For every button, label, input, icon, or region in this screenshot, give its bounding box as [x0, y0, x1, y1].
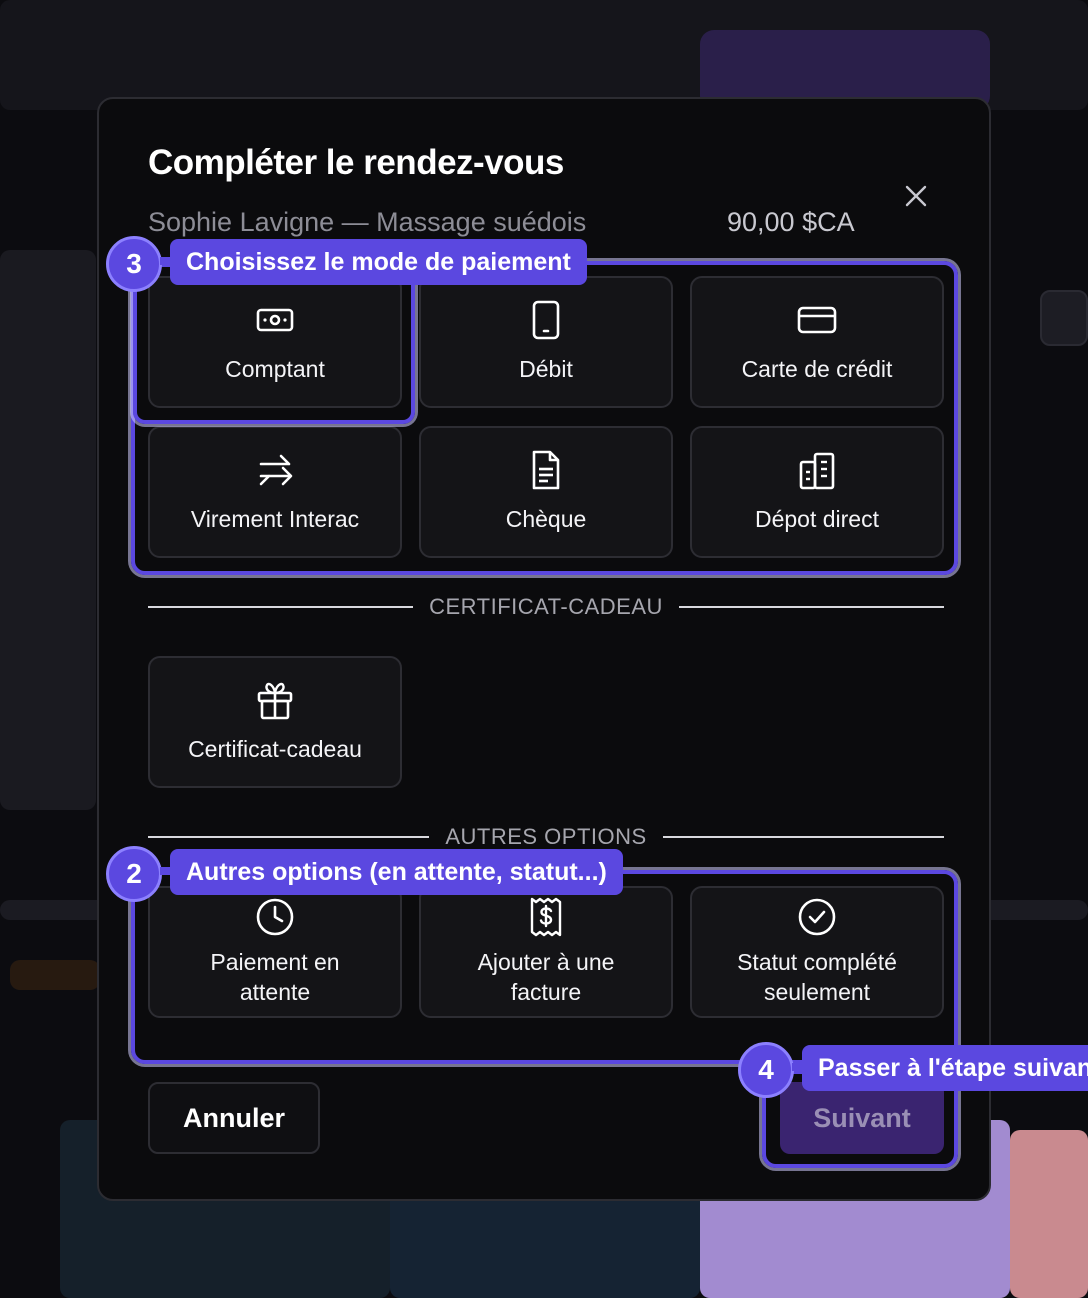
- step-2-callout: Autres options (en attente, statut...): [170, 849, 623, 895]
- step-4-callout: Passer à l'étape suivante: [802, 1045, 1088, 1091]
- gift-section-divider: CERTIFICAT-CADEAU: [148, 592, 945, 622]
- gift-certificate-option[interactable]: Certificat-cadeau: [148, 656, 402, 788]
- payment-method-debit[interactable]: Débit: [419, 276, 673, 408]
- appointment-price: 90,00 $CA: [727, 207, 855, 237]
- gift-icon: [255, 680, 295, 720]
- gift-certificate-label: Certificat-cadeau: [188, 736, 362, 762]
- option-add-to-invoice[interactable]: Ajouter à une facture: [419, 886, 673, 1018]
- close-icon: [905, 185, 927, 207]
- payment-method-cheque[interactable]: Chèque: [419, 426, 673, 558]
- payment-method-direct-deposit[interactable]: Dépot direct: [690, 426, 944, 558]
- document-icon: [526, 450, 566, 490]
- other-options-heading: AUTRES OPTIONS: [445, 824, 647, 849]
- option-label: Ajouter à une facture: [477, 949, 615, 1005]
- option-pending-payment[interactable]: Paiement en attente: [148, 886, 402, 1018]
- payment-method-label: Virement Interac: [190, 506, 360, 532]
- step-4-badge: 4: [738, 1042, 794, 1098]
- payment-method-credit-card[interactable]: Carte de crédit: [690, 276, 944, 408]
- cancel-button[interactable]: Annuler: [148, 1082, 320, 1154]
- next-button[interactable]: Suivant: [780, 1082, 944, 1154]
- bank-building-icon: [797, 450, 837, 490]
- payment-method-interac[interactable]: Virement Interac: [148, 426, 402, 558]
- payment-method-label: Carte de crédit: [741, 356, 893, 382]
- other-options-divider: AUTRES OPTIONS: [148, 822, 945, 852]
- option-label: Statut complété seulement: [737, 949, 897, 1005]
- invoice-icon: [526, 897, 566, 937]
- option-label: Paiement en attente: [210, 949, 340, 1005]
- cash-icon: [255, 300, 295, 340]
- client-service-summary: Sophie Lavigne — Massage suédois: [148, 207, 587, 237]
- step-3-badge: 3: [106, 236, 162, 292]
- close-button[interactable]: [901, 181, 931, 211]
- gift-section-heading: CERTIFICAT-CADEAU: [429, 594, 663, 619]
- clock-icon: [255, 897, 295, 937]
- option-status-completed-only[interactable]: Statut complété seulement: [690, 886, 944, 1018]
- payment-method-label: Débit: [519, 356, 573, 382]
- transfer-arrows-icon: [255, 450, 295, 490]
- dialog-title: Compléter le rendez-vous: [148, 143, 564, 182]
- step-2-badge: 2: [106, 846, 162, 902]
- payment-method-label: Dépot direct: [754, 506, 879, 532]
- check-circle-icon: [797, 897, 837, 937]
- tablet-icon: [526, 300, 566, 340]
- payment-method-label: Comptant: [225, 356, 325, 382]
- credit-card-icon: [797, 300, 837, 340]
- step-3-callout: Choisissez le mode de paiement: [170, 239, 587, 285]
- payment-method-label: Chèque: [505, 506, 587, 532]
- payment-method-cash[interactable]: Comptant: [148, 276, 402, 408]
